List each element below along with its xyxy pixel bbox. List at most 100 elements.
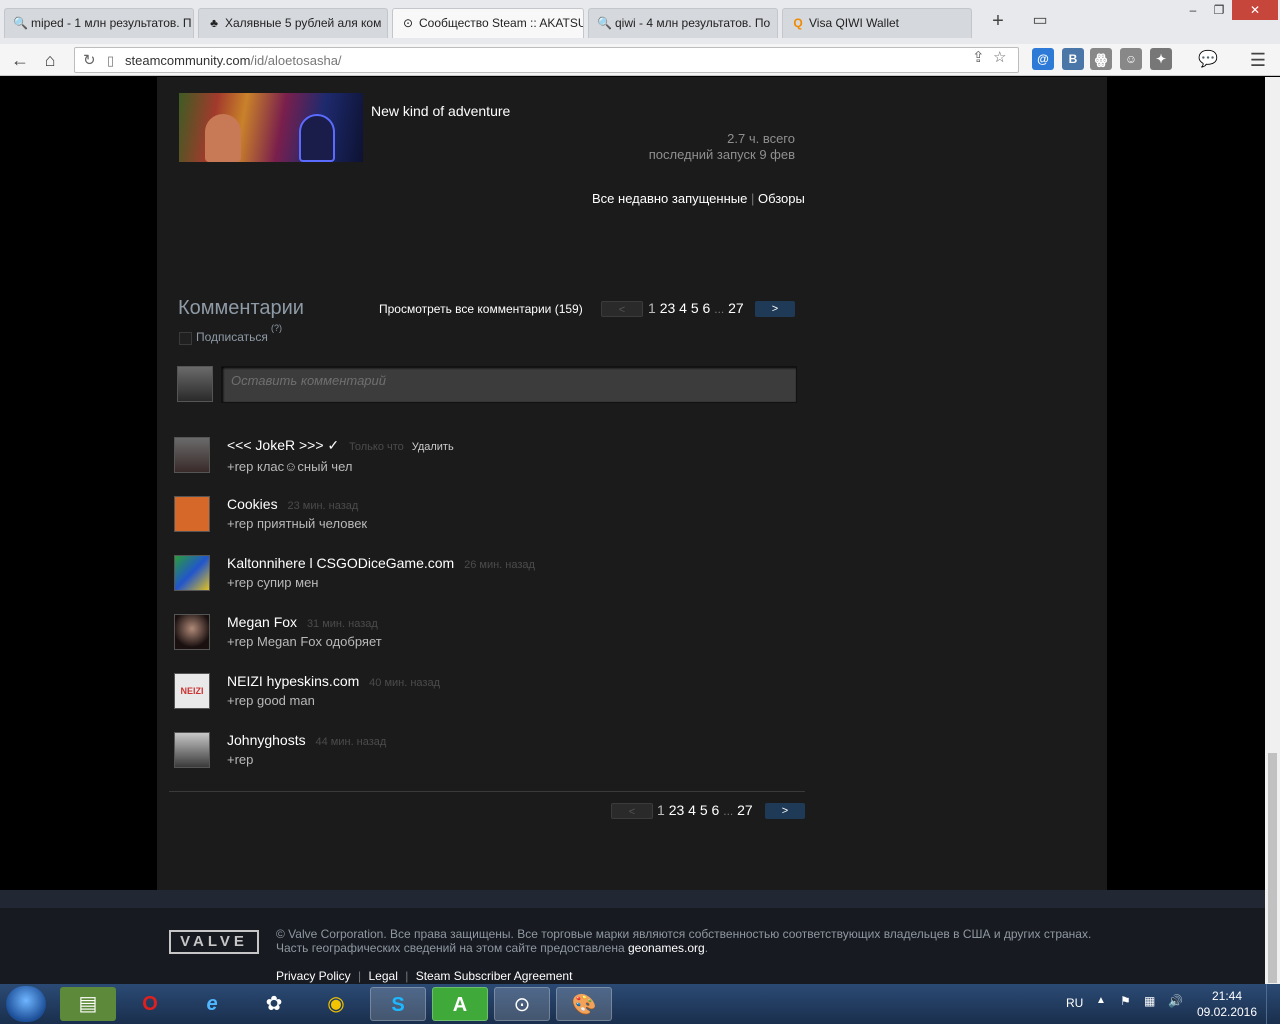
tab-strip: 🔍 miped - 1 млн результатов. П ♣ Халявны… [0,0,1280,44]
tab-qiwi-wallet[interactable]: Q Visa QIWI Wallet [782,8,972,38]
windows-taskbar: ▤ O e ✿ ◉ S A ⊙ 🎨 RU ▲ ⚑ ▦ 🔊 21:44 09.02… [0,984,1280,1024]
back-icon[interactable]: ← [8,48,32,72]
legal-link[interactable]: Legal [369,969,398,983]
comment-header: Cookies 23 мин. назад [227,496,358,512]
valve-logo[interactable]: VALVE [169,930,259,954]
ssa-link[interactable]: Steam Subscriber Agreement [416,969,573,983]
pager-current: 1 [648,300,656,316]
paint-icon[interactable]: 🎨 [556,987,612,1021]
pager-page[interactable]: 6 [712,802,720,818]
android-app-icon[interactable]: A [432,987,488,1021]
show-desktop-button[interactable] [1266,984,1280,1024]
new-tab-icon[interactable]: + [986,10,1010,34]
commenter-avatar[interactable] [174,732,210,768]
tab-steam[interactable]: ⊙ Сообщество Steam :: AKATSU [392,8,584,38]
clock-time[interactable]: 21:44 [1200,989,1254,1003]
commenter-name[interactable]: Kaltonnihere l CSGODiceGame.com [227,555,454,571]
tab-list-icon[interactable]: ▭ [1028,10,1052,34]
bookmark-star-icon[interactable]: ☆ [993,48,1006,66]
site-icon: ♣ [210,16,218,30]
face-extension-icon[interactable]: ☺ [1120,48,1142,70]
internet-explorer-icon[interactable]: e [184,987,240,1021]
game-capsule-image[interactable] [179,93,363,162]
commenter-name[interactable]: Megan Fox [227,614,297,630]
commenter-name[interactable]: Cookies [227,496,278,512]
my-avatar[interactable] [177,366,213,402]
close-icon[interactable]: ✕ [1232,0,1278,20]
restore-icon[interactable]: ❐ [1206,0,1232,20]
privacy-policy-link[interactable]: Privacy Policy [276,969,351,983]
steam-taskbar-icon[interactable]: ⊙ [494,987,550,1021]
commenter-avatar[interactable] [174,614,210,650]
volume-icon[interactable]: 🔊 [1168,994,1183,1008]
url-field[interactable]: ↻ ▯ steamcommunity.com/id/aloetosasha/ [74,47,1019,73]
footer-link-separator: | [358,969,362,983]
geonames-link[interactable]: geonames.org [628,941,705,955]
pager-page[interactable]: 4 [688,802,696,818]
comment-header: Kaltonnihere l CSGODiceGame.com 26 мин. … [227,555,535,571]
chat-icon[interactable]: 💬 [1196,48,1220,72]
footer-copyright: © Valve Corporation. Все права защищены.… [276,927,1092,941]
comment-text: +rep приятный человек [227,516,368,531]
all-recent-link[interactable]: Все недавно запущенные [592,191,747,206]
game-title[interactable]: New kind of adventure [371,103,510,119]
tray-expand-icon[interactable]: ▲ [1096,995,1106,1006]
commenter-avatar[interactable]: NEIZI [174,673,210,709]
language-indicator[interactable]: RU [1066,996,1083,1010]
pager-page[interactable]: 5 [691,300,699,316]
tab-miped[interactable]: 🔍 miped - 1 млн результатов. П [4,8,194,38]
network-icon[interactable]: ▦ [1144,994,1155,1008]
subscribe-help-link[interactable]: (?) [271,323,282,333]
twitter-extension-icon[interactable]: ✦ [1150,48,1172,70]
commenter-avatar[interactable] [174,437,210,473]
clock-date[interactable]: 09.02.2016 [1196,1005,1258,1019]
menu-icon[interactable]: ☰ [1246,48,1270,72]
pager-next-button-bottom[interactable]: > [765,803,805,819]
view-all-comments-link[interactable]: Просмотреть все комментарии (159) [379,302,583,316]
commenter-name[interactable]: <<< JokeR >>> ✓ [227,437,339,453]
pager-page[interactable]: 3 [676,802,684,818]
reviews-link[interactable]: Обзоры [758,191,805,206]
pager-last[interactable]: 27 [728,300,744,316]
minimize-icon[interactable]: – [1180,0,1206,20]
commenter-avatar[interactable] [174,496,210,532]
commenter-avatar[interactable] [174,555,210,591]
pager-page[interactable]: 4 [679,300,687,316]
comment-input[interactable]: Оставить комментарий [221,366,797,403]
mail-extension-icon[interactable]: @ [1032,48,1054,70]
pager-page[interactable]: 6 [703,300,711,316]
pager-ellipsis: ... [723,804,734,818]
home-icon[interactable]: ⌂ [38,48,62,72]
page-info-icon[interactable]: ▯ [107,53,114,69]
tab-free-rubles[interactable]: ♣ Халявные 5 рублей аля ком [198,8,388,38]
pager-next-button[interactable]: > [755,301,795,317]
pager-page[interactable]: 5 [700,802,708,818]
start-button-icon[interactable] [6,986,46,1022]
chat-app-icon[interactable]: ✿ [246,987,302,1021]
skype-icon[interactable]: S [370,987,426,1021]
file-explorer-icon[interactable]: ▤ [60,987,116,1021]
ok-extension-icon[interactable]: ꙮ [1090,48,1112,70]
chrome-icon[interactable]: ◉ [308,987,364,1021]
scrollbar-thumb[interactable] [1268,753,1277,983]
qiwi-icon: Q [793,16,803,30]
subscribe-checkbox[interactable] [179,332,192,345]
pager-prev-button-bottom[interactable]: < [611,803,653,819]
commenter-name[interactable]: Johnyghosts [227,732,306,748]
footer-link-separator: | [405,969,409,983]
comment-time: 26 мин. назад [464,559,535,571]
share-icon[interactable]: ⇪ [972,48,985,66]
subscribe-label[interactable]: Подписаться [196,330,268,344]
url-domain: steamcommunity.com [125,53,251,68]
link-separator: | [750,191,755,206]
pager-page[interactable]: 3 [667,300,675,316]
opera-icon[interactable]: O [122,987,178,1021]
commenter-name[interactable]: NEIZI hypeskins.com [227,673,359,689]
action-center-icon[interactable]: ⚑ [1120,994,1131,1008]
tab-qiwi-search[interactable]: 🔍 qiwi - 4 млн результатов. По [588,8,778,38]
delete-comment-link[interactable]: Удалить [412,441,454,453]
pager-prev-button[interactable]: < [601,301,643,317]
pager-last[interactable]: 27 [737,802,753,818]
vk-extension-icon[interactable]: В [1062,48,1084,70]
reload-icon[interactable]: ↻ [83,51,96,69]
